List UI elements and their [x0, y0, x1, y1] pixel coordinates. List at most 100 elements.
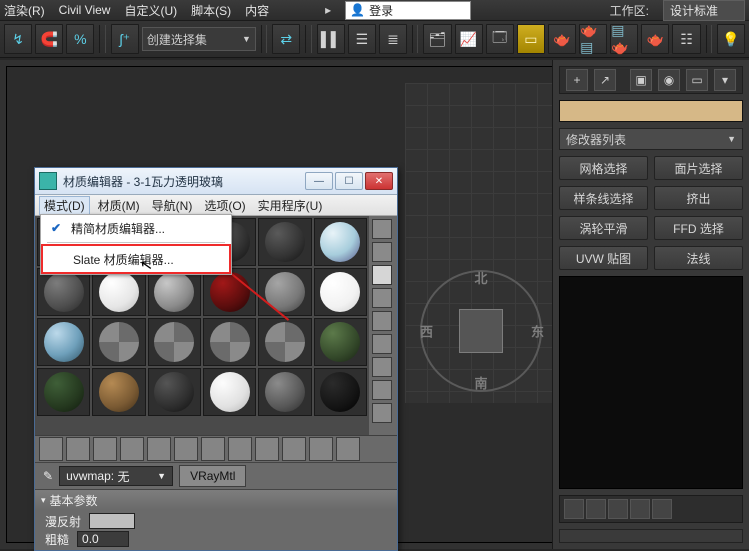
rough-spinner[interactable]: 0.0: [77, 531, 129, 547]
copy-icon[interactable]: [147, 437, 171, 461]
assign-icon[interactable]: [93, 437, 117, 461]
manage-layers-icon[interactable]: 🗂: [423, 24, 451, 54]
backlight-icon[interactable]: [372, 242, 392, 262]
material-name-field[interactable]: uvwmap: 无 ▼: [59, 466, 173, 486]
menu-options[interactable]: 选项(O): [204, 197, 245, 214]
layers-icon[interactable]: ≣: [379, 24, 407, 54]
create-tab-icon[interactable]: +: [566, 69, 588, 91]
render-icon[interactable]: 🫖: [641, 24, 669, 54]
remove-icon[interactable]: [630, 499, 650, 519]
rollout-basic-params[interactable]: ▾基本参数: [35, 489, 397, 510]
schematic-icon[interactable]: 🗔: [486, 24, 514, 54]
select-by-mtl-icon[interactable]: [372, 380, 392, 400]
magnet-icon[interactable]: 🧲: [35, 24, 63, 54]
pick-icon[interactable]: ✎: [43, 469, 53, 483]
put-to-scene-icon[interactable]: [66, 437, 90, 461]
mirror-icon[interactable]: ⇄: [272, 24, 300, 54]
hierarchy-tab-icon[interactable]: ▣: [630, 69, 652, 91]
mod-turbosmooth[interactable]: 涡轮平滑: [559, 216, 648, 240]
material-slot[interactable]: [37, 268, 90, 316]
util-tab-icon[interactable]: ▾: [714, 69, 736, 91]
maximize-button[interactable]: ☐: [335, 172, 363, 190]
mod-spline-select[interactable]: 样条线选择: [559, 186, 648, 210]
mod-normal[interactable]: 法线: [654, 246, 743, 270]
object-color-swatch[interactable]: [559, 100, 743, 122]
put-to-lib-icon[interactable]: [201, 437, 225, 461]
workspace-combo[interactable]: 设计标准: [663, 0, 745, 21]
background-icon[interactable]: [372, 265, 392, 285]
dropdown-compact-editor[interactable]: ✔ 精简材质编辑器...: [41, 215, 231, 241]
sample-type-icon[interactable]: [372, 219, 392, 239]
material-type-button[interactable]: VRayMtl: [179, 465, 246, 487]
menu-civilview[interactable]: Civil View: [59, 3, 111, 17]
uv-tiling-icon[interactable]: [372, 288, 392, 308]
menu-custom[interactable]: 自定义(U): [124, 2, 177, 19]
material-slot[interactable]: [37, 318, 90, 366]
preview-icon[interactable]: [372, 334, 392, 354]
panel-scrollbar[interactable]: [559, 529, 743, 543]
material-slot[interactable]: [258, 268, 311, 316]
get-material-icon[interactable]: [39, 437, 63, 461]
modify-tab-icon[interactable]: ↗: [594, 69, 616, 91]
align-center-icon[interactable]: ☰: [348, 24, 376, 54]
material-slot[interactable]: [258, 368, 311, 416]
menu-render[interactable]: 渲染(R): [4, 2, 45, 19]
mod-mesh-select[interactable]: 网格选择: [559, 156, 648, 180]
options-icon[interactable]: [372, 357, 392, 377]
align-left-icon[interactable]: ▌▌: [317, 24, 345, 54]
video-check-icon[interactable]: [372, 311, 392, 331]
light-icon[interactable]: 💡: [717, 24, 745, 54]
modifier-stack[interactable]: [559, 276, 743, 489]
menu-content[interactable]: 内容: [245, 2, 269, 19]
menu-mode[interactable]: 模式(D): [39, 196, 90, 215]
unique-icon[interactable]: [608, 499, 628, 519]
material-slot[interactable]: [148, 268, 201, 316]
display-tab-icon[interactable]: ▭: [686, 69, 708, 91]
dialog-titlebar[interactable]: 材质编辑器 - 3-1瓦力透明玻璃 — ☐ ✕: [35, 168, 397, 195]
show-end-result-icon[interactable]: [282, 437, 306, 461]
ribbon-toggle-icon[interactable]: ▭: [517, 24, 545, 54]
config-icon[interactable]: [652, 499, 672, 519]
material-slot[interactable]: [258, 218, 311, 266]
mod-ffd[interactable]: FFD 选择: [654, 216, 743, 240]
curve-editor-icon[interactable]: 📈: [455, 24, 483, 54]
material-slot[interactable]: [258, 318, 311, 366]
menu-util[interactable]: 实用程序(U): [258, 197, 323, 214]
mod-uvw[interactable]: UVW 贴图: [559, 246, 648, 270]
show-in-vp-icon[interactable]: [255, 437, 279, 461]
material-slot[interactable]: [314, 268, 367, 316]
minimize-button[interactable]: —: [305, 172, 333, 190]
snap-icon[interactable]: ↯: [4, 24, 32, 54]
view-compass[interactable]: 北 南 东 西: [420, 270, 542, 392]
mod-extrude[interactable]: 挤出: [654, 186, 743, 210]
mtl-id-icon[interactable]: [228, 437, 252, 461]
dropdown-slate-editor[interactable]: Slate 材质编辑器...: [41, 244, 231, 274]
mtl-map-nav-icon[interactable]: [372, 403, 392, 423]
material-slot[interactable]: [92, 318, 145, 366]
show-end-icon[interactable]: [586, 499, 606, 519]
material-slot[interactable]: [203, 368, 256, 416]
percent-icon[interactable]: %: [66, 24, 94, 54]
material-slot[interactable]: [314, 368, 367, 416]
render-frame-icon[interactable]: ▤🫖: [610, 24, 638, 54]
material-slot[interactable]: [92, 268, 145, 316]
diffuse-swatch[interactable]: [89, 513, 135, 529]
material-editor-icon[interactable]: 🫖: [548, 24, 576, 54]
go-sibling-icon[interactable]: [336, 437, 360, 461]
menu-nav[interactable]: 导航(N): [152, 197, 193, 214]
material-slot[interactable]: [314, 218, 367, 266]
go-parent-icon[interactable]: [309, 437, 333, 461]
make-unique-icon[interactable]: [174, 437, 198, 461]
menu-material[interactable]: 材质(M): [98, 197, 140, 214]
modifier-list-combo[interactable]: 修改器列表▼: [559, 128, 743, 150]
motion-tab-icon[interactable]: ◉: [658, 69, 680, 91]
close-button[interactable]: ✕: [365, 172, 393, 190]
login-field[interactable]: 👤 登录: [345, 1, 471, 20]
material-slot[interactable]: [203, 318, 256, 366]
outliner-icon[interactable]: ☷: [672, 24, 700, 54]
material-slot[interactable]: [148, 368, 201, 416]
edit-selection-icon[interactable]: ʃ⁺: [111, 24, 139, 54]
pin-stack-icon[interactable]: [564, 499, 584, 519]
render-setup-icon[interactable]: 🫖▤: [579, 24, 607, 54]
material-slot[interactable]: [37, 368, 90, 416]
